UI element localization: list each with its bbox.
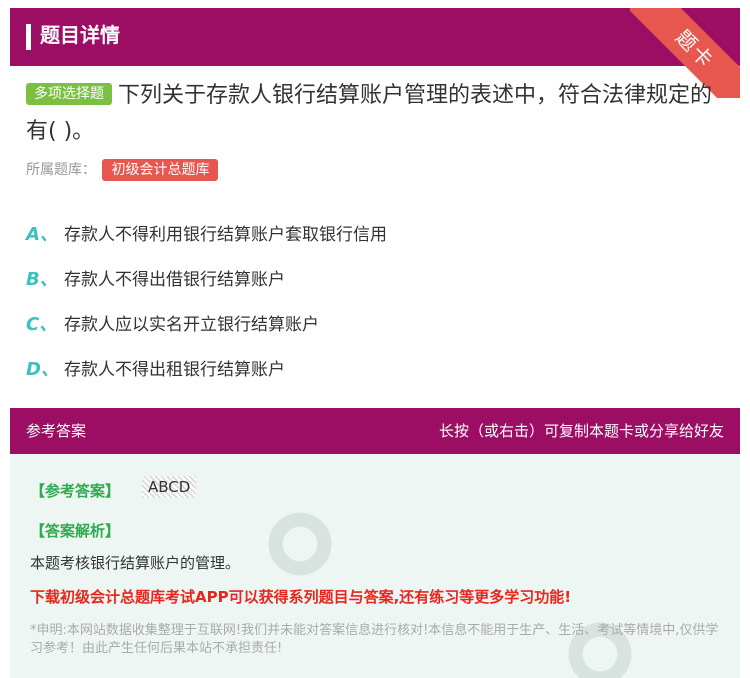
option-letter: C、: [26, 313, 58, 335]
options-list: A、 存款人不得利用银行结算账户套取银行信用 B、 存款人不得出借银行结算账户 …: [26, 210, 726, 390]
answer-panel: 【参考答案】 ABCD 【答案解析】 本题考核银行结算账户的管理。 下载初级会计…: [10, 454, 740, 678]
question-stem: 多项选择题 下列关于存款人银行结算账户管理的表述中，符合法律规定的有( )。: [26, 78, 726, 150]
option-letter: A、: [26, 223, 58, 245]
option-letter: B、: [26, 268, 58, 290]
question-type-badge: 多项选择题: [26, 83, 112, 105]
option-d[interactable]: D、 存款人不得出租银行结算账户: [26, 345, 726, 390]
question-text: 下列关于存款人银行结算账户管理的表述中，符合法律规定的有( )。: [26, 83, 713, 144]
page-title: 题目详情: [40, 23, 120, 47]
option-text: 存款人不得出租银行结算账户: [64, 360, 285, 380]
header-accent-bar: [26, 24, 31, 50]
option-a[interactable]: A、 存款人不得利用银行结算账户套取银行信用: [26, 210, 726, 255]
share-hint: 长按（或右击）可复制本题卡或分享给好友: [438, 422, 724, 440]
option-c[interactable]: C、 存款人应以实名开立银行结算账户: [26, 300, 726, 345]
analysis-text: 本题考核银行结算账户的管理。: [30, 554, 241, 572]
source-label: 所属题库：: [26, 162, 96, 178]
option-text: 存款人应以实名开立银行结算账户: [64, 315, 319, 335]
disclaimer-text: *申明:本网站数据收集整理于互联网!我们并未能对答案信息进行核对!本信息不能用于…: [30, 623, 719, 656]
answer-label: 【参考答案】: [30, 482, 121, 500]
option-b[interactable]: B、 存款人不得出借银行结算账户: [26, 255, 726, 300]
answer-bar-title: 参考答案: [26, 422, 87, 440]
option-text: 存款人不得利用银行结算账户套取银行信用: [64, 225, 387, 245]
analysis-label: 【答案解析】: [30, 522, 121, 540]
source-bank-badge[interactable]: 初级会计总题库: [102, 159, 219, 181]
page-header: 题目详情 题卡: [10, 8, 740, 98]
option-letter: D、: [26, 358, 59, 380]
question-source: 所属题库： 初级会计总题库: [26, 158, 219, 182]
answer-value: ABCD: [142, 476, 197, 498]
option-text: 存款人不得出借银行结算账户: [64, 270, 285, 290]
download-app-promo[interactable]: 下载初级会计总题库考试APP可以获得系列题目与答案,还有练习等更多学习功能!: [30, 586, 571, 607]
watermark-logo: [260, 504, 340, 584]
answer-bar: 参考答案 长按（或右击）可复制本题卡或分享给好友: [10, 408, 740, 454]
